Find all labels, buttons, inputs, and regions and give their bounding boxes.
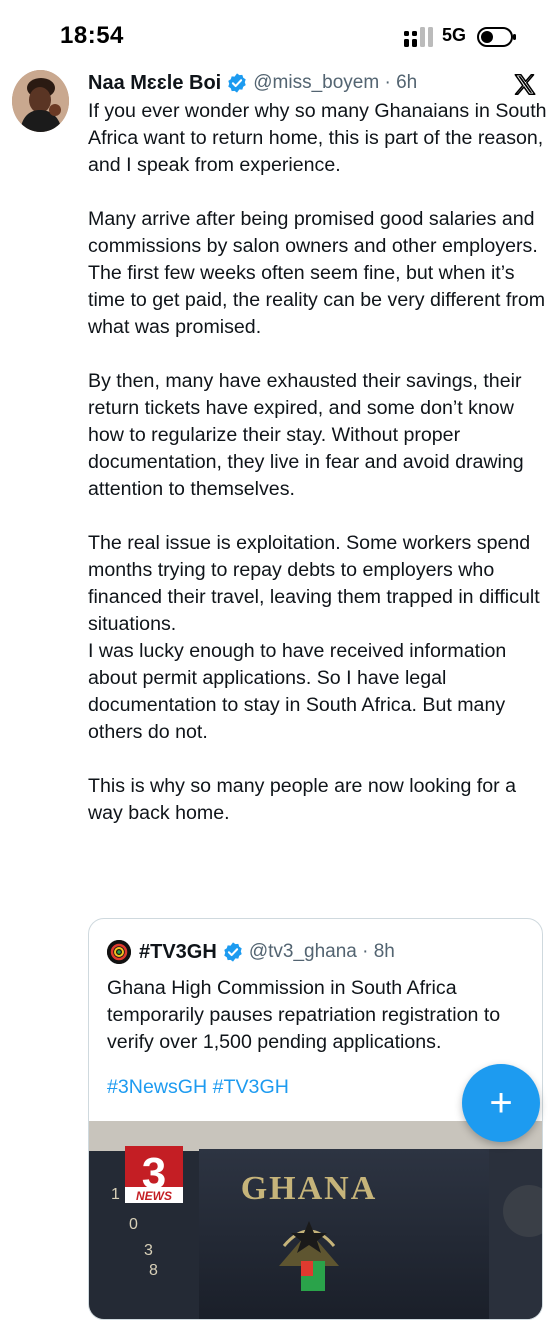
author-name[interactable]: Naa Mɛɛle Boi (88, 72, 221, 95)
plus-icon: + (489, 1081, 513, 1125)
signal-bars-icon (404, 27, 433, 47)
quoted-author-avatar (107, 940, 131, 964)
author-handle-time[interactable]: @miss_boyem · 6h (253, 72, 417, 94)
compose-button[interactable]: + (462, 1064, 540, 1142)
gate-digit: 8 (149, 1262, 158, 1279)
quoted-tweet-header: #TV3GH @tv3_ghana · 8h (107, 939, 395, 965)
verified-badge-icon (224, 942, 242, 962)
verified-badge-icon (228, 73, 246, 93)
tweet-paragraph: If you ever wonder why so many Ghanaians… (88, 100, 547, 176)
author-avatar[interactable] (12, 70, 69, 132)
embassy-sign-text: GHANA (241, 1170, 378, 1207)
tweet-paragraph: This is why so many people are now looki… (88, 775, 517, 824)
quoted-author-handle-time: @tv3_ghana · 8h (248, 941, 395, 962)
gate-digit: 1 (111, 1186, 120, 1203)
tweet-paragraph: Many arrive after being promised good sa… (88, 208, 546, 338)
news-logo-text: NEWS (136, 1189, 172, 1203)
quoted-author-name: #TV3GH (139, 940, 217, 963)
tweet-paragraph: By then, many have exhausted their savin… (88, 370, 524, 500)
x-logo-icon (514, 73, 536, 95)
gate-digit: 0 (129, 1216, 138, 1233)
network-label: 5G (442, 25, 467, 45)
status-time: 18:54 (60, 22, 124, 49)
status-bar: 18:54 5G (0, 0, 555, 70)
tweet-header: Naa Mɛɛle Boi @miss_boyem · 6h (88, 70, 417, 96)
tweet-paragraph: The real issue is exploitation. Some wor… (88, 532, 540, 743)
tweet-body: If you ever wonder why so many Ghanaians… (88, 98, 548, 827)
quoted-tweet-text: Ghana High Commission in South Africa te… (107, 977, 501, 1053)
quoted-tweet-image[interactable]: 3 NEWS GHANA 1 0 3 8 (89, 1121, 542, 1320)
gate-digit: 3 (144, 1242, 153, 1259)
battery-icon (477, 27, 516, 47)
